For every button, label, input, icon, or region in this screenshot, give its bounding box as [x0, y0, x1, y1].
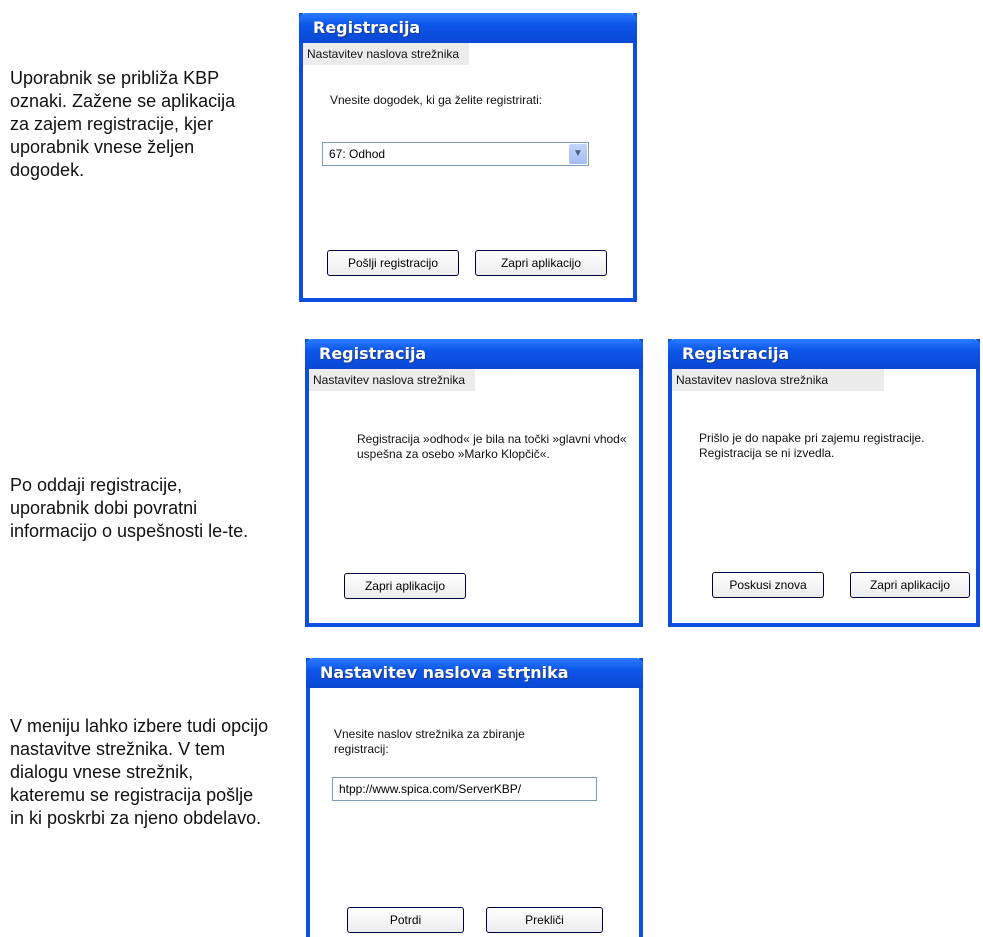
confirm-button[interactable]: Potrdi: [347, 907, 464, 933]
send-registration-button[interactable]: Pošlji registracijo: [327, 250, 459, 276]
event-prompt: Vnesite dogodek, ki ga želite registrira…: [330, 93, 543, 107]
close-app-button[interactable]: Zapri aplikacijo: [850, 572, 970, 598]
server-settings-dialog: Nastavitev naslova strţnika Vnesite nasl…: [306, 658, 643, 937]
dialog-title: Registracija: [668, 339, 980, 369]
close-app-button[interactable]: Zapri aplikacijo: [475, 250, 607, 276]
registration-success-dialog: Registracija Nastavitev naslova strežnik…: [305, 339, 643, 627]
dialog-title: Nastavitev naslova strţnika: [306, 658, 643, 688]
dialog-title: Registracija: [305, 339, 643, 369]
chevron-down-icon[interactable]: ▼: [569, 144, 587, 164]
menu-server-settings[interactable]: Nastavitev naslova strežnika: [303, 43, 470, 65]
registration-dialog: Registracija Nastavitev naslova strežnik…: [299, 13, 637, 302]
success-message: Registracija »odhod« je bila na točki »g…: [357, 432, 627, 461]
server-prompt: Vnesite naslov strežnika za zbiranje reg…: [334, 727, 525, 756]
cancel-button[interactable]: Prekliči: [486, 907, 603, 933]
menu-server-settings[interactable]: Nastavitev naslova strežnika: [309, 369, 476, 391]
menu-server-settings[interactable]: Nastavitev naslova strežnika: [672, 369, 884, 391]
event-select[interactable]: 67: Odhod ▼: [322, 142, 589, 166]
server-address-input[interactable]: [332, 777, 597, 801]
description-step-2: Po oddaji registracije, uporabnik dobi p…: [10, 475, 249, 541]
retry-button[interactable]: Poskusi znova: [712, 572, 824, 598]
event-select-value: 67: Odhod: [329, 147, 386, 161]
description-step-1: Uporabnik se približa KBP oznaki. Zažene…: [10, 68, 236, 180]
close-app-button[interactable]: Zapri aplikacijo: [344, 573, 466, 599]
error-message: Prišlo je do napake pri zajemu registrac…: [699, 431, 925, 460]
dialog-title: Registracija: [299, 13, 637, 43]
registration-error-dialog: Registracija Nastavitev naslova strežnik…: [668, 339, 980, 627]
description-step-3: V meniju lahko izbere tudi opcijo nastav…: [10, 716, 269, 828]
